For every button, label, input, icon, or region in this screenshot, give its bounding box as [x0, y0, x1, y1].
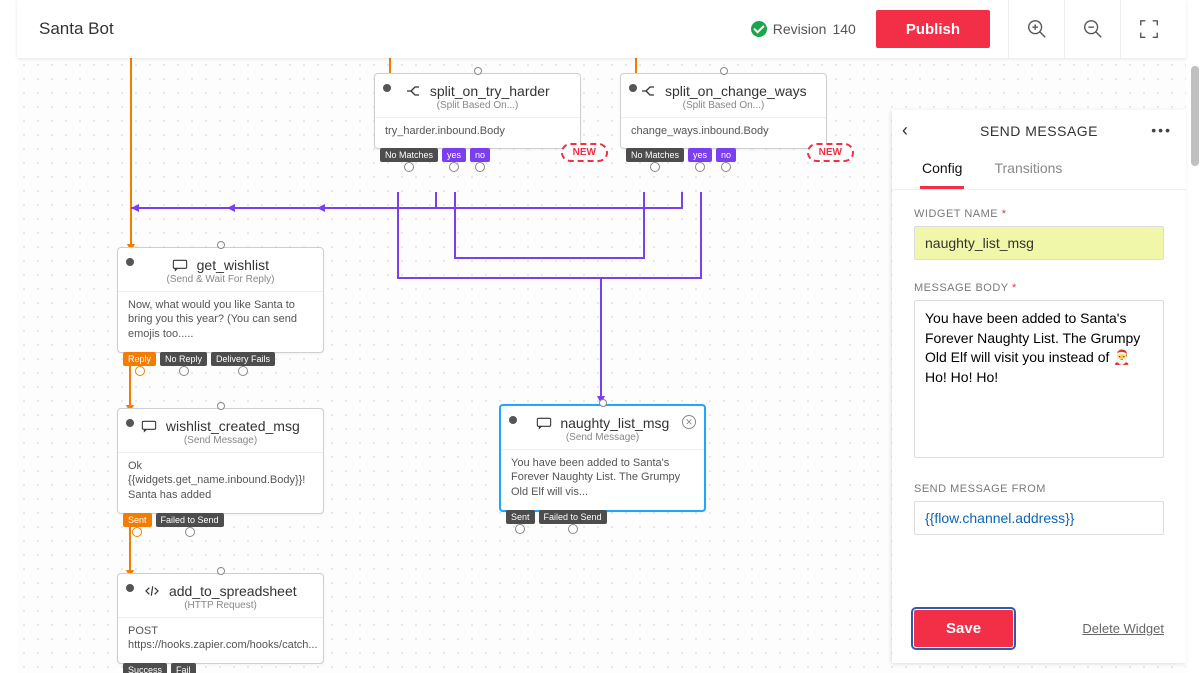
node-title: add_to_spreadsheet [169, 583, 297, 599]
flow-title: Santa Bot [39, 19, 114, 39]
node-body: You have been added to Santa's Forever N… [501, 449, 704, 511]
delete-widget-link[interactable]: Delete Widget [1082, 621, 1164, 636]
port-failed[interactable]: Failed to Send [156, 513, 224, 527]
fullscreen-button[interactable] [1120, 0, 1176, 58]
node-add-to-spreadsheet[interactable]: add_to_spreadsheet (HTTP Request) POST h… [117, 573, 324, 664]
app-header: Santa Bot Revision 140 Publish [17, 0, 1186, 58]
node-type: (Send Message) [511, 432, 694, 443]
port-no[interactable]: no [716, 148, 736, 162]
node-title: split_on_change_ways [665, 83, 807, 99]
port-yes[interactable]: yes [688, 148, 712, 162]
port-success[interactable]: Success [123, 663, 167, 673]
node-title: get_wishlist [197, 257, 269, 273]
split-icon [640, 83, 656, 99]
message-icon [536, 415, 552, 431]
tab-config[interactable]: Config [920, 152, 964, 189]
node-dot [509, 416, 517, 424]
check-icon [751, 21, 767, 37]
node-naughty-list-msg[interactable]: naughty_list_msg ✕ (Send Message) You ha… [499, 404, 706, 512]
fullscreen-icon [1138, 18, 1160, 40]
send-from-input[interactable] [914, 501, 1164, 535]
node-dot [126, 584, 134, 592]
more-menu-button[interactable]: ••• [1151, 122, 1172, 138]
node-type: (Split Based On...) [631, 100, 816, 111]
node-dot [629, 84, 637, 92]
port-reply[interactable]: Reply [123, 352, 156, 366]
send-from-label: SEND MESSAGE FROM [914, 483, 1164, 495]
zoom-out-icon [1082, 18, 1104, 40]
port-fail[interactable]: Fail [171, 663, 196, 673]
port-no-matches[interactable]: No Matches [380, 148, 438, 162]
node-title: wishlist_created_msg [166, 418, 300, 434]
port-no-reply[interactable]: No Reply [160, 352, 207, 366]
port-failed[interactable]: Failed to Send [539, 510, 607, 524]
new-transition-button[interactable]: NEW [561, 143, 608, 162]
zoom-in-button[interactable] [1008, 0, 1064, 58]
save-button[interactable]: Save [914, 610, 1013, 647]
widget-name-input[interactable] [914, 226, 1164, 260]
node-get-wishlist[interactable]: get_wishlist (Send & Wait For Reply) Now… [117, 247, 324, 353]
node-body: POST https://hooks.zapier.com/hooks/catc… [118, 617, 323, 664]
header-tools [1008, 0, 1176, 58]
node-body: Ok {{widgets.get_name.inbound.Body}}! Sa… [118, 452, 323, 514]
scrollbar[interactable] [1191, 66, 1199, 166]
port-sent[interactable]: Sent [123, 513, 152, 527]
revision-label: Revision [773, 21, 827, 37]
node-wishlist-created-msg[interactable]: wishlist_created_msg (Send Message) Ok {… [117, 408, 324, 514]
zoom-in-icon [1026, 18, 1048, 40]
node-dot [126, 258, 134, 266]
message-body-label: MESSAGE BODY * [914, 282, 1164, 294]
new-transition-button[interactable]: NEW [807, 143, 854, 162]
message-icon [141, 418, 157, 434]
split-icon [405, 83, 421, 99]
node-title: naughty_list_msg [560, 415, 669, 431]
side-panel: ‹ SEND MESSAGE ••• Config Transitions WI… [892, 110, 1186, 663]
message-body-input[interactable]: You have been added to Santa's Forever N… [914, 300, 1164, 458]
node-type: (Send & Wait For Reply) [128, 274, 313, 285]
zoom-out-button[interactable] [1064, 0, 1120, 58]
node-dot [126, 419, 134, 427]
panel-tabs: Config Transitions [892, 152, 1186, 190]
code-icon [144, 583, 160, 599]
port-delivery-fails[interactable]: Delivery Fails [211, 352, 275, 366]
node-title: split_on_try_harder [430, 83, 550, 99]
close-icon[interactable]: ✕ [682, 415, 696, 429]
port-yes[interactable]: yes [442, 148, 466, 162]
publish-button[interactable]: Publish [876, 10, 990, 48]
node-body: change_ways.inbound.Body [621, 117, 826, 149]
node-body: try_harder.inbound.Body [375, 117, 580, 149]
widget-name-label: WIDGET NAME * [914, 208, 1164, 220]
chat-icon [172, 257, 188, 273]
revision-number: 140 [832, 21, 855, 37]
panel-title: SEND MESSAGE [980, 123, 1098, 139]
node-body: Now, what would you like Santa to bring … [118, 291, 323, 353]
revision-status: Revision 140 [751, 21, 856, 37]
node-type: (HTTP Request) [128, 600, 313, 611]
port-no[interactable]: no [470, 148, 490, 162]
node-dot [383, 84, 391, 92]
node-type: (Send Message) [128, 435, 313, 446]
node-split-on-change-ways[interactable]: split_on_change_ways (Split Based On...)… [620, 73, 827, 149]
port-no-matches[interactable]: No Matches [626, 148, 684, 162]
port-sent[interactable]: Sent [506, 510, 535, 524]
node-split-on-try-harder[interactable]: split_on_try_harder (Split Based On...) … [374, 73, 581, 149]
node-type: (Split Based On...) [385, 100, 570, 111]
tab-transitions[interactable]: Transitions [992, 152, 1064, 189]
back-button[interactable]: ‹ [902, 121, 908, 139]
